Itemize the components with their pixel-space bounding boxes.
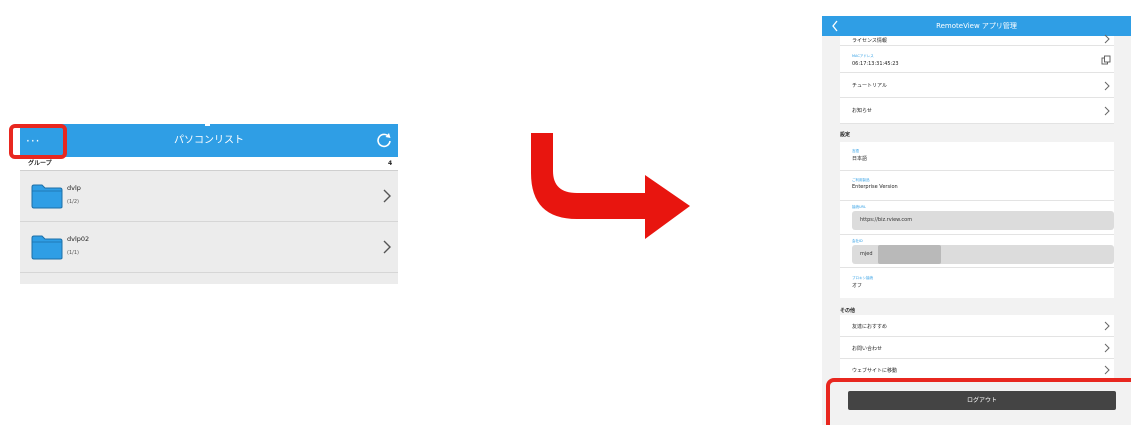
mac-address-item: MACアドレス 06:17:13:31:45:23 [840,46,1114,73]
chevron-right-icon [1104,321,1110,331]
contact-label: お問い合わせ [852,346,883,352]
server-url-item: 接続URL https://biz.rview.com [840,201,1114,235]
folder-name: dvlp [67,184,81,192]
account-label: 会社ID [852,239,863,243]
chevron-right-icon [1104,81,1110,91]
contact-item[interactable]: お問い合わせ [840,337,1114,359]
logout-highlight-box [826,378,1131,425]
folder-count: (1/1) [67,250,79,256]
group-count: 4 [388,160,393,167]
other-card: 友達におすすめ お問い合わせ ウェブサイトに移動 [840,315,1114,381]
edition-item: ご利用製品 Enterprise Version [840,171,1114,201]
chevron-right-icon [1104,34,1110,44]
settings-card: 言語 日本語 ご利用製品 Enterprise Version 接続URL ht… [840,142,1114,298]
mac-address-value: 06:17:13:31:45:23 [852,61,899,67]
group-header: グループ 4 [20,157,398,171]
proxy-value: オフ [852,283,863,289]
folder-icon [31,235,63,260]
tutorial-label: チュートリアル [852,83,887,89]
edition-value: Enterprise Version [852,184,898,190]
settings-screen: RemoteView アプリ管理 ライセンス情報 MACアドレス 06:17:1… [822,16,1131,425]
settings-section-title: 設定 [840,132,851,138]
notice-item[interactable]: お知らせ [840,98,1114,124]
proxy-label: プロキシ接続 [852,276,873,280]
folder-count: (1/2) [67,199,79,205]
language-item[interactable]: 言語 日本語 [840,142,1114,171]
transition-arrow-icon [531,133,690,239]
recommend-item[interactable]: 友達におすすめ [840,315,1114,337]
language-label: 言語 [852,149,859,153]
settings-header: RemoteView アプリ管理 [822,16,1131,36]
pc-list-screen: ··· パソコンリスト グループ 4 dvlp (1/2) dvlp02 (1/… [20,120,398,284]
chevron-right-icon [1104,106,1110,116]
tutorial-item[interactable]: チュートリアル [840,73,1114,98]
server-url-value: https://biz.rview.com [860,217,913,223]
redaction-mask [878,245,941,264]
chevron-right-icon [1104,343,1110,353]
pc-list-title: パソコンリスト [174,135,244,146]
website-label: ウェブサイトに移動 [852,368,898,374]
folder-row-dvlp[interactable]: dvlp (1/2) [20,172,398,222]
status-notch [205,120,210,126]
copy-icon[interactable] [1101,55,1111,65]
group-label: グループ [28,160,52,167]
other-section-title: その他 [840,308,856,314]
folder-icon [31,184,63,209]
info-card: ライセンス情報 MACアドレス 06:17:13:31:45:23 チュートリア… [840,34,1114,124]
recommend-label: 友達におすすめ [852,324,888,330]
account-field[interactable]: mjed [852,245,1114,264]
mac-address-label: MACアドレス [852,54,874,58]
notice-label: お知らせ [852,108,872,114]
settings-title: RemoteView アプリ管理 [936,22,1017,30]
server-url-field[interactable]: https://biz.rview.com [852,211,1114,230]
folder-name: dvlp02 [67,235,90,243]
license-info-label: ライセンス情報 [852,38,887,44]
language-value: 日本語 [852,156,868,162]
chevron-right-icon [383,240,391,254]
chevron-right-icon [383,189,391,203]
account-item: 会社ID mjed [840,235,1114,268]
license-info-item[interactable]: ライセンス情報 [840,34,1114,46]
proxy-item[interactable]: プロキシ接続 オフ [840,268,1114,298]
account-value: mjed [860,251,873,257]
chevron-right-icon [1104,365,1110,375]
pc-list-header: ··· パソコンリスト [20,124,398,157]
refresh-icon[interactable] [376,132,392,148]
menu-highlight-box [9,124,67,159]
server-url-label: 接続URL [852,205,866,209]
edition-label: ご利用製品 [852,178,870,182]
folder-row-dvlp02[interactable]: dvlp02 (1/1) [20,223,398,273]
